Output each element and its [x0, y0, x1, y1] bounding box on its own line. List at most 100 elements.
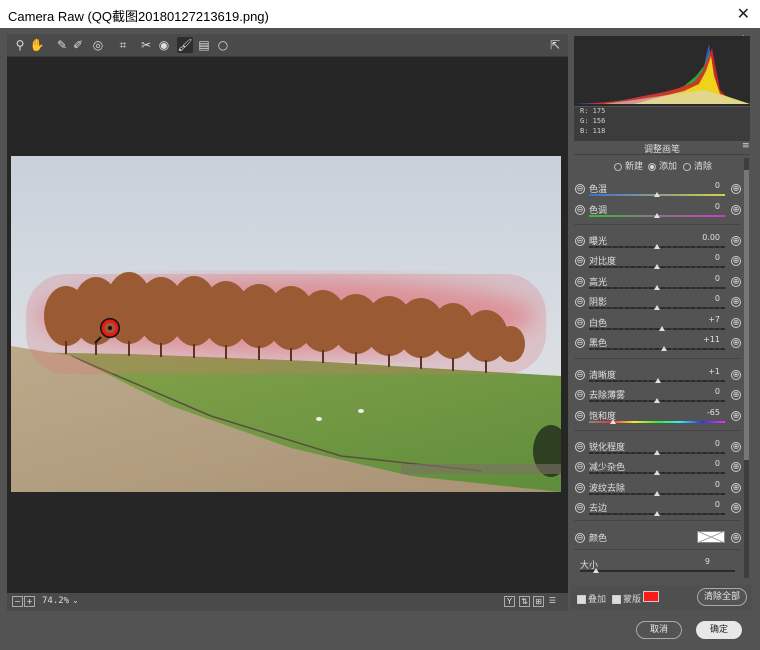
radio-icon[interactable]: [614, 162, 622, 171]
slider-value[interactable]: -65: [684, 408, 720, 417]
overlay-check-icon[interactable]: [577, 595, 586, 604]
slider-value[interactable]: 0: [684, 480, 720, 489]
plus-icon[interactable]: ⊕: [731, 370, 741, 380]
color-swatch[interactable]: [697, 531, 725, 543]
size-track[interactable]: [580, 570, 735, 572]
minus-icon[interactable]: ⊖: [575, 462, 585, 472]
minus-icon[interactable]: ⊖: [575, 256, 585, 266]
panel-scrollbar-thumb[interactable]: [744, 170, 749, 460]
export-icon[interactable]: ⇱: [547, 37, 563, 53]
plus-icon[interactable]: ⊕: [731, 277, 741, 287]
mask-check-icon[interactable]: [612, 595, 621, 604]
photo-preview[interactable]: [11, 156, 561, 492]
radio-icon[interactable]: [648, 162, 656, 171]
plus-icon[interactable]: ⊕: [731, 236, 741, 246]
zoom-out-button[interactable]: −: [12, 596, 23, 607]
zoom-level[interactable]: 74.2%: [42, 596, 69, 606]
hand-icon[interactable]: ✋: [29, 37, 45, 53]
copy-settings-icon[interactable]: ⊞: [533, 596, 544, 607]
color-minus-icon[interactable]: ⊖: [575, 533, 585, 543]
mode-0[interactable]: 新建: [614, 159, 643, 172]
minus-icon[interactable]: ⊖: [575, 411, 585, 421]
slider-track[interactable]: [589, 328, 725, 330]
slider-thumb[interactable]: [654, 378, 661, 383]
minus-icon[interactable]: ⊖: [575, 205, 585, 215]
plus-icon[interactable]: ⊕: [731, 297, 741, 307]
plus-icon[interactable]: ⊕: [731, 256, 741, 266]
plus-icon[interactable]: ⊕: [731, 205, 741, 215]
slider-value[interactable]: 0: [684, 294, 720, 303]
plus-icon[interactable]: ⊕: [731, 483, 741, 493]
slider-value[interactable]: 0: [684, 274, 720, 283]
slider-thumb[interactable]: [654, 511, 660, 516]
minus-icon[interactable]: ⊖: [575, 483, 585, 493]
slider-value[interactable]: +1: [684, 367, 720, 376]
clear-all-button[interactable]: 清除全部: [697, 588, 747, 606]
zoom-dropdown-icon[interactable]: ⌄: [71, 596, 80, 605]
minus-icon[interactable]: ⊖: [575, 442, 585, 452]
slider-thumb[interactable]: [654, 213, 660, 218]
slider-thumb[interactable]: [658, 326, 665, 331]
mode-1[interactable]: 添加: [648, 159, 677, 172]
slider-thumb[interactable]: [609, 419, 616, 424]
brush-icon[interactable]: 🖌: [177, 37, 193, 53]
plus-icon[interactable]: ⊕: [731, 184, 741, 194]
swap-icon[interactable]: ⇅: [519, 596, 530, 607]
plus-icon[interactable]: ⊕: [731, 442, 741, 452]
radial-icon[interactable]: ○: [215, 37, 231, 53]
cancel-button[interactable]: 取消: [636, 621, 682, 639]
slider-value[interactable]: 0: [684, 253, 720, 262]
minus-icon[interactable]: ⊖: [575, 236, 585, 246]
slider-value[interactable]: 0: [684, 387, 720, 396]
slider-thumb[interactable]: [654, 244, 660, 249]
mask-color-swatch[interactable]: [643, 591, 659, 602]
eyedropper-icon[interactable]: ✎: [54, 37, 70, 53]
ok-button[interactable]: 确定: [696, 621, 742, 639]
mask-checkbox[interactable]: 蒙版: [612, 592, 641, 605]
minus-icon[interactable]: ⊖: [575, 370, 585, 380]
plus-icon[interactable]: ⊕: [731, 503, 741, 513]
slider-value[interactable]: 0: [684, 202, 720, 211]
redeye-icon[interactable]: ◉: [156, 37, 172, 53]
slider-thumb[interactable]: [654, 305, 660, 310]
slider-value[interactable]: +7: [684, 315, 720, 324]
slider-thumb[interactable]: [654, 192, 660, 197]
spot-removal-icon[interactable]: ✂: [138, 37, 154, 53]
minus-icon[interactable]: ⊖: [575, 390, 585, 400]
minus-icon[interactable]: ⊖: [575, 184, 585, 194]
panel-menu-icon[interactable]: ≡: [742, 141, 750, 151]
minus-icon[interactable]: ⊖: [575, 503, 585, 513]
slider-track[interactable]: [589, 348, 725, 350]
slider-value[interactable]: 0: [684, 439, 720, 448]
slider-value[interactable]: 0: [684, 500, 720, 509]
size-value[interactable]: 9: [674, 557, 710, 566]
plus-icon[interactable]: ⊕: [731, 462, 741, 472]
radio-icon[interactable]: [683, 162, 691, 171]
gradient-icon[interactable]: ▤: [196, 37, 212, 53]
close-icon[interactable]: ✕: [737, 4, 750, 23]
minus-icon[interactable]: ⊖: [575, 338, 585, 348]
slider-value[interactable]: +11: [684, 335, 720, 344]
plus-icon[interactable]: ⊕: [731, 318, 741, 328]
minus-icon[interactable]: ⊖: [575, 318, 585, 328]
slider-thumb[interactable]: [654, 285, 660, 290]
size-thumb[interactable]: [592, 568, 599, 573]
plus-icon[interactable]: ⊕: [731, 411, 741, 421]
minus-icon[interactable]: ⊖: [575, 277, 585, 287]
before-after-y-button[interactable]: Y: [504, 596, 515, 607]
search-icon[interactable]: ⚲: [12, 37, 28, 53]
slider-value[interactable]: 0: [684, 181, 720, 190]
slider-thumb[interactable]: [654, 450, 660, 455]
slider-thumb[interactable]: [654, 491, 660, 496]
color-plus-icon[interactable]: ⊕: [731, 533, 741, 543]
minus-icon[interactable]: ⊖: [575, 297, 585, 307]
target-adjust-icon[interactable]: ◎: [90, 37, 106, 53]
slider-thumb[interactable]: [654, 264, 660, 269]
slider-value[interactable]: 0.00: [684, 233, 720, 242]
slider-value[interactable]: 0: [684, 459, 720, 468]
overlay-checkbox[interactable]: 叠加: [577, 592, 606, 605]
slider-thumb[interactable]: [654, 398, 660, 403]
plus-icon[interactable]: ⊕: [731, 390, 741, 400]
zoom-in-button[interactable]: +: [24, 596, 35, 607]
crop-icon[interactable]: ⌗: [115, 37, 131, 53]
